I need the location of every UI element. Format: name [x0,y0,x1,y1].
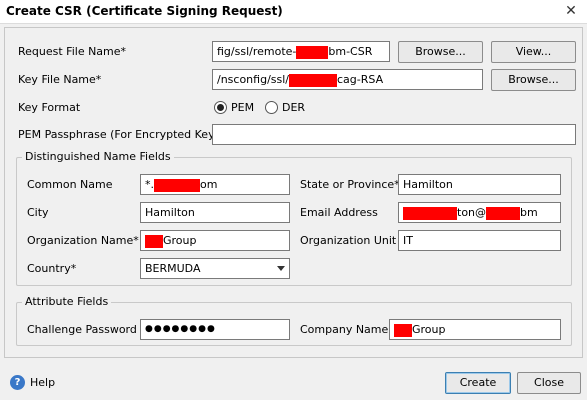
pem-passphrase-label: PEM Passphrase (For Encrypted Key) [18,128,219,141]
city-label: City [27,206,49,219]
city-input[interactable]: Hamilton [140,202,290,223]
key-file-value-end: cag-RSA [337,73,384,86]
key-file-browse-button[interactable]: Browse... [491,69,576,91]
redaction-box [486,206,521,220]
common-name-value-start: *. [145,178,154,191]
der-radio-label: DER [282,101,306,114]
company-name-value-end: Group [412,323,446,336]
email-input[interactable]: ton@ bm [398,202,561,223]
challenge-password-input[interactable]: ●●●●●●●● [140,319,290,340]
pem-radio[interactable] [214,101,227,114]
key-file-input[interactable]: /nsconfig/ssl/cag-RSA [212,69,483,90]
key-format-label: Key Format [18,101,81,114]
email-value-end: bm [520,206,538,219]
dialog-title: Create CSR (Certificate Signing Request) [6,4,283,18]
title-bar: Create CSR (Certificate Signing Request)… [0,0,587,24]
distinguished-name-legend: Distinguished Name Fields [22,150,174,163]
common-name-label: Common Name [27,178,113,191]
request-file-browse-button[interactable]: Browse... [398,41,483,63]
state-input[interactable]: Hamilton [398,174,561,195]
org-unit-input[interactable]: IT [398,230,561,251]
country-select-value: BERMUDA [145,262,201,275]
request-file-input[interactable]: fig/ssl/remote-bm-CSR [212,41,390,62]
create-button[interactable]: Create [445,372,511,394]
pem-radio-label: PEM [231,101,255,114]
country-label: Country* [27,262,77,275]
redaction-box [296,45,329,59]
org-name-input[interactable]: Group [140,230,290,251]
redaction-box [403,206,457,220]
org-unit-label: Organization Unit [300,234,397,247]
challenge-password-label: Challenge Password [27,323,137,336]
redaction-box [289,73,337,87]
request-file-view-button[interactable]: View... [491,41,576,63]
request-file-value-start: fig/ssl/remote- [217,45,297,58]
help-link[interactable]: Help [30,376,55,389]
der-radio[interactable] [265,101,278,114]
company-name-input[interactable]: Group [389,319,561,340]
state-label: State or Province* [300,178,400,191]
email-label: Email Address [300,206,378,219]
company-name-label: Company Name [300,323,389,336]
org-name-value-end: Group [163,234,197,247]
key-file-value-start: /nsconfig/ssl/ [217,73,289,86]
help-icon[interactable]: ? [10,375,25,390]
request-file-label: Request File Name* [18,45,126,58]
common-name-value-end: om [200,178,218,191]
redaction-box [145,234,163,248]
common-name-input[interactable]: *. om [140,174,290,195]
close-button[interactable]: Close [517,372,581,394]
redaction-box [154,178,200,192]
org-name-label: Organization Name* [27,234,139,247]
attribute-fields-legend: Attribute Fields [22,295,112,308]
chevron-down-icon [277,266,285,271]
email-value-mid: ton@ [457,206,487,219]
pem-passphrase-input[interactable] [212,124,576,145]
close-icon[interactable]: ✕ [561,2,581,20]
country-select[interactable]: BERMUDA [140,258,290,279]
request-file-label-text: Request File Name* [18,45,127,58]
request-file-value-end: bm-CSR [328,45,373,58]
redaction-box [394,323,412,337]
key-file-label: Key File Name* [18,73,102,86]
